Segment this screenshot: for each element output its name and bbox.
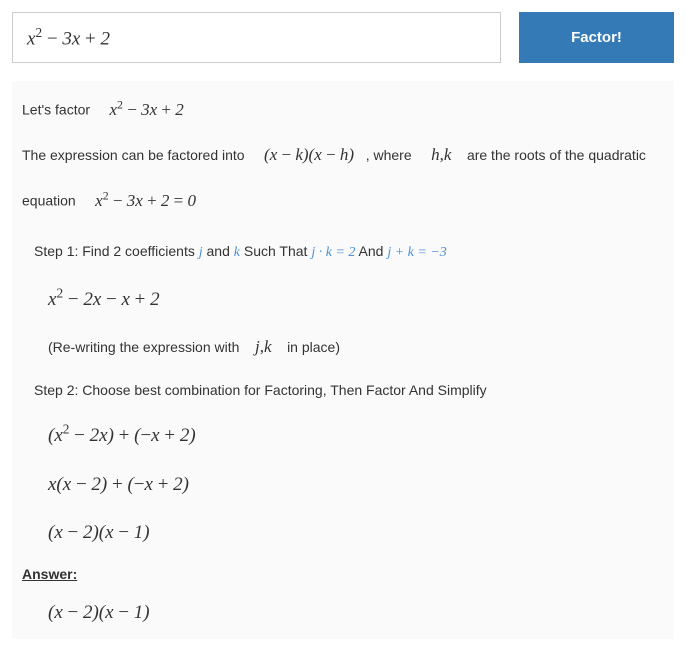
solution-panel: Let's factor x2 − 3x + 2 The expression … — [12, 81, 674, 638]
step2-line2: x(x − 2) + (−x + 2) — [22, 470, 664, 500]
expression-input[interactable]: x2 − 3x + 2 — [12, 12, 501, 63]
factored-form-line: The expression can be factored into (x −… — [22, 141, 664, 168]
step1-rewrite: x2 − 2x − x + 2 — [22, 283, 664, 316]
step2-line3: (x − 2)(x − 1) — [22, 518, 664, 548]
factor-button[interactable]: Factor! — [519, 12, 674, 63]
step2-line1: (x2 − 2x) + (−x + 2) — [22, 419, 664, 452]
equation-word: equation — [22, 193, 76, 209]
note-post: in place) — [287, 339, 340, 355]
step1-label: Step 1: Find 2 coefficients j and k Such… — [22, 240, 664, 264]
answer-label: Answer: — [22, 566, 77, 582]
lets-factor-text: Let's factor — [22, 102, 90, 118]
step1-note: (Re-writing the expression with j,k in p… — [22, 333, 664, 360]
equation-line: equation x2 − 3x + 2 = 0 — [22, 186, 664, 214]
input-row: x2 − 3x + 2 Factor! — [12, 12, 674, 63]
factored-form: (x − k)(x − h) — [264, 147, 354, 163]
jk-vars: j,k — [255, 339, 272, 355]
lets-factor-line: Let's factor x2 − 3x + 2 — [22, 95, 664, 123]
equation-expr: x2 − 3x + 2 = 0 — [95, 193, 196, 209]
lets-factor-expr: x2 − 3x + 2 — [110, 102, 184, 118]
note-pre: (Re-writing the expression with — [48, 339, 239, 355]
sentence-pre: The expression can be factored into — [22, 147, 245, 163]
hk-vars: h,k — [431, 147, 451, 163]
where-text: , where — [366, 147, 412, 163]
step2-label: Step 2: Choose best combination for Fact… — [22, 379, 664, 401]
answer-value: (x − 2)(x − 1) — [22, 598, 664, 628]
roots-text: are the roots of the quadratic — [467, 147, 646, 163]
